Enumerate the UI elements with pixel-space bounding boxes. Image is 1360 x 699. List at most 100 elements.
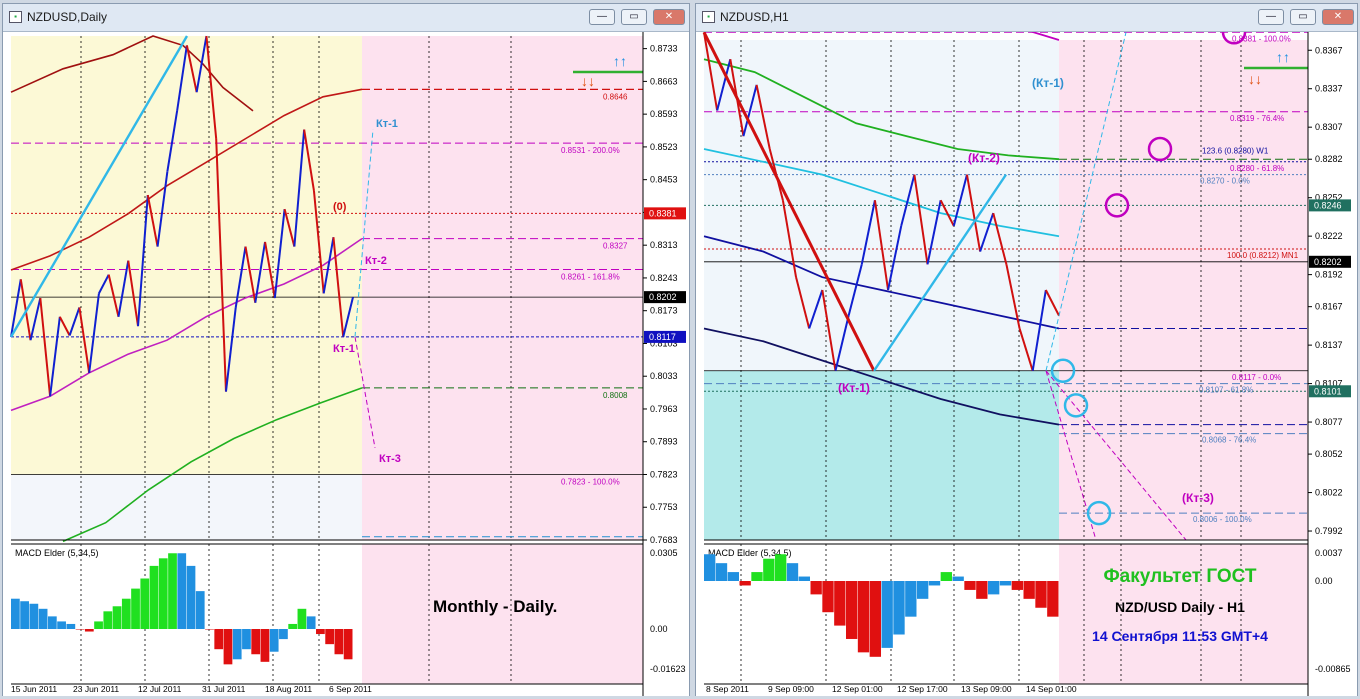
level-label: 0.8319 - 76.4% xyxy=(1230,114,1284,123)
date-label: 6 Sep 2011 xyxy=(329,684,372,694)
level-label: 0.8381 - 100.0% xyxy=(1232,34,1291,43)
price-label: 0.8192 xyxy=(1315,270,1343,280)
price-label: 0.8243 xyxy=(650,273,678,283)
macd-bar xyxy=(715,563,728,581)
price-tag-label: 0.8117 xyxy=(649,332,676,342)
macd-top-label: 0.0305 xyxy=(650,548,678,558)
macd-bar xyxy=(168,553,177,629)
macd-bar xyxy=(75,629,85,630)
price-zone-cyan xyxy=(704,370,1059,540)
price-label: 0.8022 xyxy=(1315,488,1343,498)
price-zone-yellow xyxy=(11,36,362,475)
macd-label: MACD Elder (5,34,5) xyxy=(15,548,99,558)
macd-bar xyxy=(1023,581,1035,599)
title-bar[interactable]: ▪ NZDUSD,H1 — ▭ ✕ xyxy=(696,4,1357,32)
price-label: 0.8593 xyxy=(650,109,678,119)
macd-bar xyxy=(343,629,353,660)
macd-bar xyxy=(704,554,716,581)
price-label: 0.8367 xyxy=(1315,45,1343,55)
daily-chart[interactable]: Кт-1 (0) Кт-2 Кт-1 Кт-3 0.8646 0.8531 - 200.0%… xyxy=(3,32,689,696)
date-label: 23 Jun 2011 xyxy=(73,684,119,694)
date-label: 12 Sep 01:00 xyxy=(832,684,883,694)
macd-bar xyxy=(917,581,929,599)
up-arrows-icon: ↑↑ xyxy=(613,53,627,69)
level-label: 0.8646 xyxy=(603,92,628,101)
price-tag-label: 0.8202 xyxy=(1314,257,1342,267)
wave-label: Кт-3 xyxy=(379,453,401,465)
h1-chart-window[interactable]: ▪ NZDUSD,H1 — ▭ ✕ (Кт-1) (Кт-2) (Кт-1) (Кт-… xyxy=(695,3,1358,696)
macd-bar xyxy=(251,629,261,655)
caption-date: 14 Сентября 11:53 GMT+4 xyxy=(1092,628,1268,644)
price-tag-label: 0.8246 xyxy=(1314,200,1342,210)
macd-bar xyxy=(297,608,307,629)
macd-bar xyxy=(279,629,288,640)
level-label: 0.8006 - 100.0% xyxy=(1193,515,1252,524)
date-label: 9 Sep 09:00 xyxy=(768,684,814,694)
macd-bar xyxy=(988,581,1000,595)
date-label: 12 Jul 2011 xyxy=(138,684,182,694)
price-label: 0.8523 xyxy=(650,142,678,152)
date-label: 15 Jun 2011 xyxy=(11,684,57,694)
close-button[interactable]: ✕ xyxy=(653,9,685,25)
chart-window-icon: ▪ xyxy=(9,11,22,23)
price-label: 0.8282 xyxy=(1315,154,1343,164)
price-label: 0.8307 xyxy=(1315,122,1343,132)
price-label: 0.8733 xyxy=(650,44,678,54)
level-label: 0.8261 - 161.8% xyxy=(561,273,620,282)
price-label: 0.8167 xyxy=(1315,302,1343,312)
minimize-button[interactable]: — xyxy=(1258,9,1284,25)
macd-bar xyxy=(84,629,94,632)
forecast-zone xyxy=(362,36,643,540)
price-label: 0.7893 xyxy=(650,437,678,447)
wave-label: (0) xyxy=(333,201,347,213)
level-label: 123.6 (0.8280) W1 xyxy=(1202,146,1269,155)
macd-bar xyxy=(881,581,893,648)
up-arrows-icon: ↑↑ xyxy=(1276,49,1290,65)
wave-label: (Кт-1) xyxy=(838,381,870,395)
macd-bar xyxy=(131,588,140,629)
price-label: 0.7992 xyxy=(1315,526,1343,536)
macd-bar xyxy=(763,558,775,581)
price-label: 0.7963 xyxy=(650,404,678,414)
macd-bar xyxy=(775,554,787,581)
title-bar[interactable]: ▪ NZDUSD,Daily — ▭ ✕ xyxy=(3,4,689,32)
window-title: NZDUSD,Daily xyxy=(27,10,108,24)
level-label: 0.8531 - 200.0% xyxy=(561,146,620,155)
macd-bar xyxy=(834,581,846,626)
wave-label: (Кт-3) xyxy=(1182,491,1214,505)
macd-bar xyxy=(11,598,20,629)
price-label: 0.8033 xyxy=(650,371,678,381)
price-label: 0.7683 xyxy=(650,535,678,545)
macd-bar xyxy=(242,629,251,650)
macd-bar xyxy=(232,629,242,660)
macd-bar xyxy=(306,616,316,629)
macd-bar xyxy=(223,629,233,665)
macd-bar xyxy=(1047,581,1059,617)
h1-chart[interactable]: (Кт-1) (Кт-2) (Кт-1) (Кт-3) 0.8381 - 100.0% 0… xyxy=(696,32,1357,696)
macd-bar xyxy=(727,572,739,581)
macd-bar xyxy=(325,629,335,645)
macd-bar xyxy=(94,621,103,629)
price-label: 0.8137 xyxy=(1315,340,1343,350)
macd-bar xyxy=(195,591,205,629)
maximize-button[interactable]: ▭ xyxy=(1290,9,1316,25)
macd-bar xyxy=(316,629,325,635)
minimize-button[interactable]: — xyxy=(589,9,615,25)
macd-top-label: 0.0037 xyxy=(1315,548,1343,558)
macd-bar xyxy=(66,623,76,629)
date-label: 12 Sep 17:00 xyxy=(897,684,948,694)
maximize-button[interactable]: ▭ xyxy=(621,9,647,25)
close-button[interactable]: ✕ xyxy=(1322,9,1354,25)
level-label: 0.8068 - 76.4% xyxy=(1202,436,1256,445)
date-label: 13 Sep 09:00 xyxy=(961,684,1012,694)
down-arrows-icon: ↓↓ xyxy=(1248,71,1262,87)
macd-bar xyxy=(999,581,1012,586)
wave-label: (Кт-2) xyxy=(968,151,1000,165)
price-tag-label: 0.8381 xyxy=(649,208,677,218)
macd-bar xyxy=(976,581,988,599)
macd-bar xyxy=(334,629,344,655)
macd-bar xyxy=(952,576,964,581)
daily-chart-window[interactable]: ▪ NZDUSD,Daily — ▭ ✕ Кт-1 (0) Кт-2 Кт-1 Кт-3… xyxy=(2,3,690,696)
level-label: 0.7823 - 100.0% xyxy=(561,477,620,486)
price-tag-label: 0.8202 xyxy=(649,292,677,302)
